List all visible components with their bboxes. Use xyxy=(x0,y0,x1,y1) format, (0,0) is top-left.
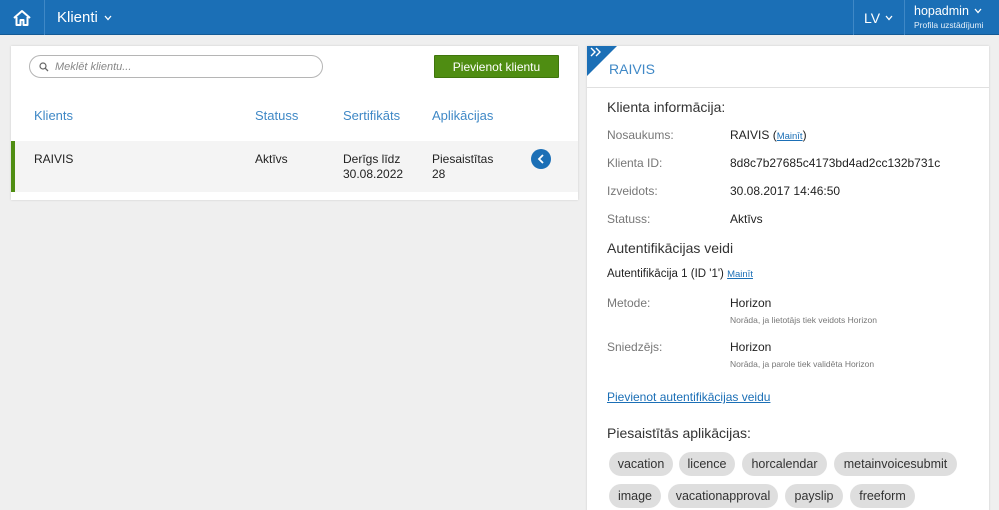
top-bar: Klienti LV hopadmin Profila uzstādījumi xyxy=(0,0,999,35)
column-header-status: Statuss xyxy=(255,108,299,123)
applications-label: Piesaistītas xyxy=(432,152,494,166)
chevron-down-icon xyxy=(885,15,893,20)
auth-provider-label: Sniedzējs: xyxy=(607,340,663,354)
table-row[interactable]: RAIVIS Aktīvs Derīgs līdz 30.08.2022 Pie… xyxy=(11,141,578,192)
section-menu[interactable]: Klienti xyxy=(57,9,112,26)
linked-apps-title: Piesaistītās aplikācijas: xyxy=(607,425,751,441)
client-certificate: Derīgs līdz 30.08.2022 xyxy=(343,152,403,182)
open-details-button[interactable] xyxy=(531,149,551,169)
section-title: Klienti xyxy=(57,9,98,26)
field-value-client-id: 8d8c7b27685c4173bd4ad2cc132b731c xyxy=(730,156,941,170)
client-info-title: Klienta informācija: xyxy=(607,99,726,115)
chevron-down-icon xyxy=(104,15,112,20)
double-chevron-right-icon[interactable] xyxy=(590,47,602,57)
search-input[interactable] xyxy=(55,60,295,73)
column-header-certificate: Sertifikāts xyxy=(343,108,401,123)
edit-name-link[interactable]: Mainīt xyxy=(777,131,803,142)
field-label-name: Nosaukums: xyxy=(607,128,674,142)
client-name-value: RAIVIS xyxy=(730,128,770,142)
language-selector[interactable]: LV xyxy=(853,0,903,35)
column-header-client: Klients xyxy=(34,108,74,123)
field-label-client-id: Klienta ID: xyxy=(607,156,663,170)
chevron-left-icon xyxy=(537,154,544,164)
client-status: Aktīvs xyxy=(255,152,288,166)
app-tag[interactable]: horcalendar xyxy=(742,452,827,476)
app-tag[interactable]: freeform xyxy=(850,484,915,508)
field-label-status: Statuss: xyxy=(607,212,651,226)
auth-provider-value: Horizon xyxy=(730,340,772,354)
field-label-created: Izveidots: xyxy=(607,184,658,198)
search-box[interactable] xyxy=(29,55,323,78)
detail-header: RAIVIS xyxy=(587,46,989,88)
field-value-created: 30.08.2017 14:46:50 xyxy=(730,184,841,198)
add-client-button[interactable]: Pievienot klientu xyxy=(434,55,559,78)
search-icon xyxy=(39,61,49,71)
app-tag[interactable]: image xyxy=(609,484,661,508)
auth-method-label: Metode: xyxy=(607,296,651,310)
profile-settings-link[interactable]: Profila uzstādījumi xyxy=(914,20,999,30)
certificate-date: 30.08.2022 xyxy=(343,167,404,181)
user-menu[interactable]: hopadmin Profila uzstādījumi xyxy=(904,0,999,35)
client-applications: Piesaistītas 28 xyxy=(432,152,493,182)
client-detail-panel: RAIVIS Klienta informācija: Nosaukums: R… xyxy=(587,46,989,510)
column-header-applications: Aplikācijas xyxy=(432,108,494,123)
auth-name: Autentifikācija 1 (ID '1') xyxy=(607,268,724,280)
app-tag[interactable]: vacation xyxy=(609,452,673,476)
client-name: RAIVIS xyxy=(34,152,74,166)
certificate-label: Derīgs līdz xyxy=(343,152,401,166)
auth-item: Autentifikācija 1 (ID '1') Mainīt xyxy=(607,268,753,280)
add-auth-type-link[interactable]: Pievienot autentifikācijas veidu xyxy=(607,390,770,404)
applications-count: 28 xyxy=(432,167,446,181)
field-value-name: RAIVIS (Mainīt) xyxy=(730,128,807,142)
auth-method-value: Horizon xyxy=(730,296,772,310)
field-value-status: Aktīvs xyxy=(730,212,763,226)
username: hopadmin xyxy=(914,4,969,18)
home-icon xyxy=(13,9,31,26)
home-button[interactable] xyxy=(0,0,45,35)
app-tag[interactable]: metainvoicesubmit xyxy=(834,452,957,476)
language-label: LV xyxy=(863,9,881,26)
client-list-panel: Pievienot klientu Klients Statuss Sertif… xyxy=(11,46,578,200)
app-tag[interactable]: payslip xyxy=(785,484,843,508)
app-tag[interactable]: licence xyxy=(679,452,735,476)
auth-provider-note: Norāda, ja parole tiek validēta Horizon xyxy=(730,359,875,369)
auth-method-note: Norāda, ja lietotājs tiek veidots Horizo… xyxy=(730,315,877,325)
auth-types-title: Autentifikācijas veidi xyxy=(607,240,734,256)
app-tag[interactable]: vacationapproval xyxy=(668,484,778,508)
edit-auth-link[interactable]: Mainīt xyxy=(727,269,753,280)
chevron-down-icon xyxy=(974,8,982,14)
